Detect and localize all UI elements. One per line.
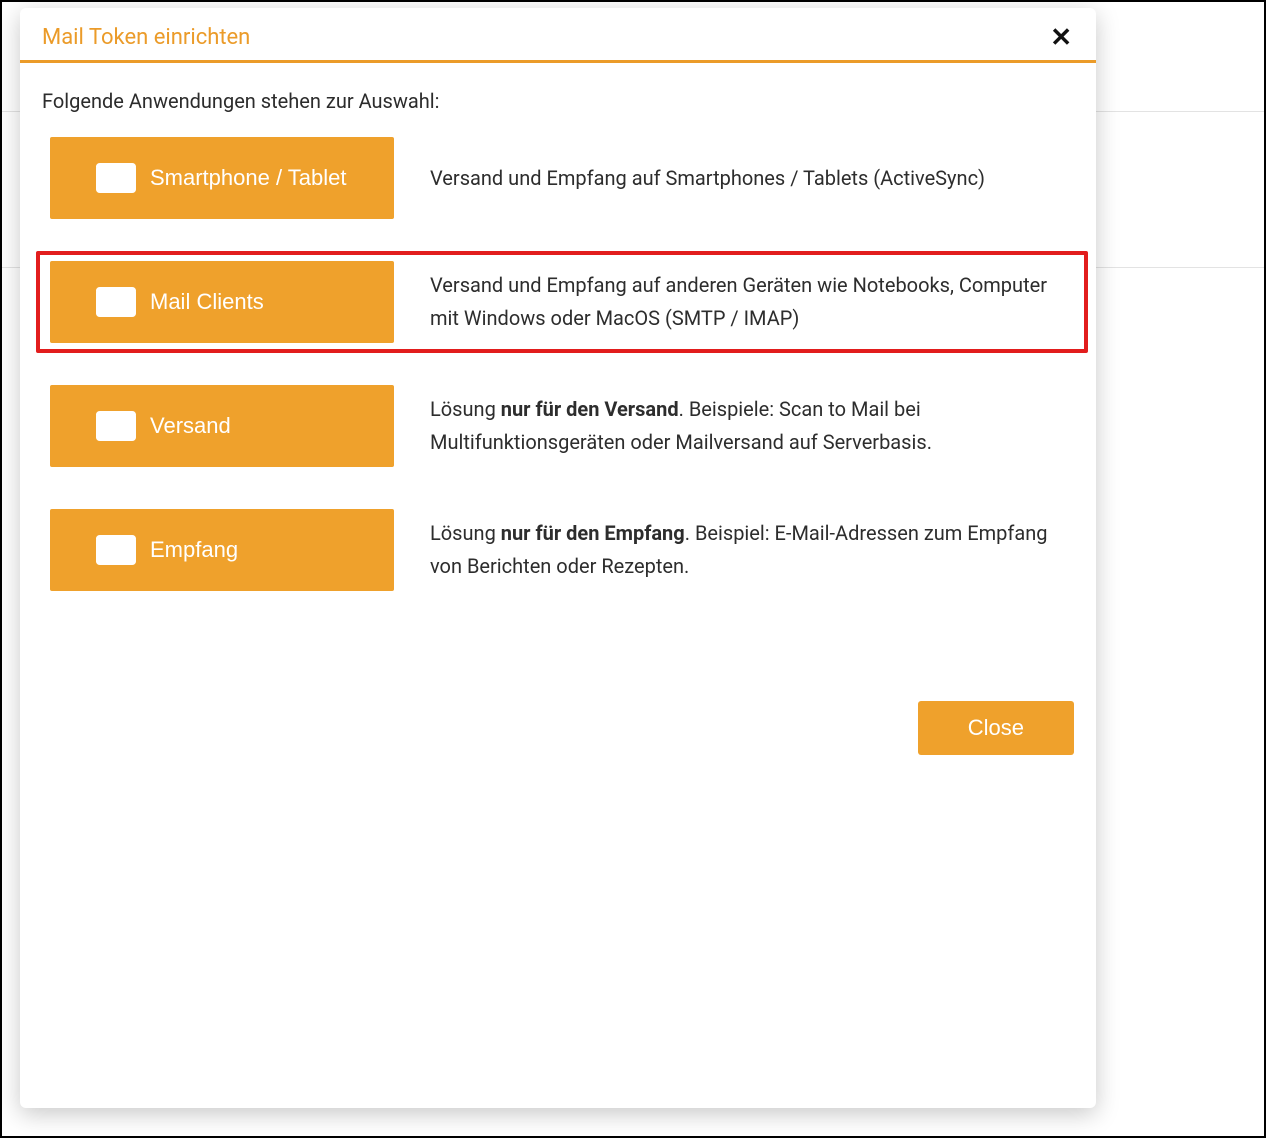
option-button-versand[interactable]: Versand (50, 385, 394, 467)
intro-text: Folgende Anwendungen stehen zur Auswahl: (42, 89, 1074, 113)
options-list: Smartphone / Tablet Versand und Empfang … (42, 137, 1074, 591)
envelope-icon (94, 287, 138, 317)
option-row-versand: Versand Lösung nur für den Versand. Beis… (50, 385, 1074, 467)
option-description: Lösung nur für den Empfang. Beispiel: E-… (430, 517, 1074, 583)
mail-token-modal: Mail Token einrichten ✕ Folgende Anwendu… (20, 8, 1096, 1108)
option-row-smartphone-tablet: Smartphone / Tablet Versand und Empfang … (50, 137, 1074, 219)
modal-footer: Close (20, 701, 1096, 755)
option-description: Versand und Empfang auf Smartphones / Ta… (430, 162, 985, 195)
close-button[interactable]: Close (918, 701, 1074, 755)
option-button-label: Empfang (150, 537, 238, 563)
envelope-icon (94, 411, 138, 441)
envelope-icon (94, 535, 138, 565)
envelope-icon (94, 163, 138, 193)
option-button-label: Versand (150, 413, 231, 439)
option-button-label: Mail Clients (150, 289, 264, 315)
option-description: Versand und Empfang auf anderen Geräten … (430, 269, 1074, 335)
modal-header: Mail Token einrichten ✕ (20, 8, 1096, 63)
option-button-mail-clients[interactable]: Mail Clients (50, 261, 394, 343)
option-description: Lösung nur für den Versand. Beispiele: S… (430, 393, 1074, 459)
modal-body: Folgende Anwendungen stehen zur Auswahl:… (20, 63, 1096, 601)
option-button-empfang[interactable]: Empfang (50, 509, 394, 591)
option-button-smartphone-tablet[interactable]: Smartphone / Tablet (50, 137, 394, 219)
option-row-mail-clients: Mail Clients Versand und Empfang auf and… (50, 261, 1074, 343)
option-row-empfang: Empfang Lösung nur für den Empfang. Beis… (50, 509, 1074, 591)
option-button-label: Smartphone / Tablet (150, 165, 347, 191)
close-icon[interactable]: ✕ (1048, 24, 1074, 50)
modal-title: Mail Token einrichten (42, 25, 250, 50)
